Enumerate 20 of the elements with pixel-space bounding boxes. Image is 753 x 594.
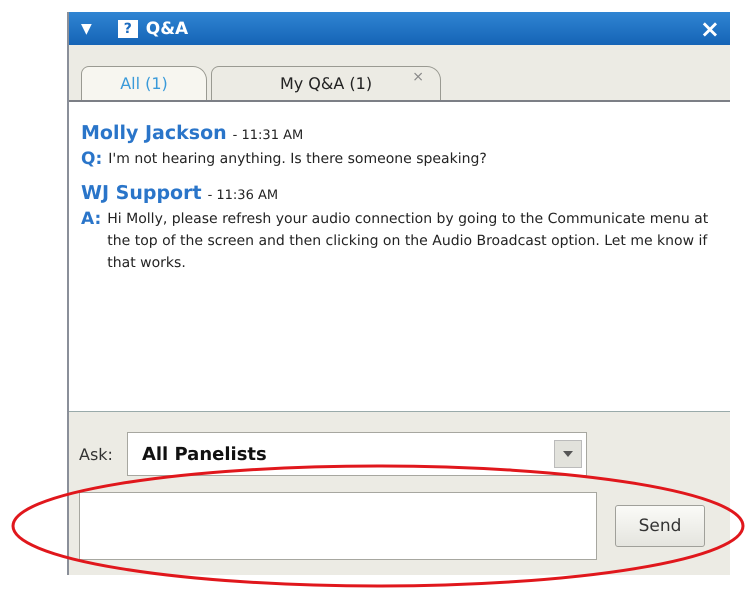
tab[interactable]: My Q&A (1) × <box>211 66 441 100</box>
close-icon[interactable]: × <box>700 16 720 40</box>
author-name: WJ Support <box>81 182 202 204</box>
close-icon[interactable]: × <box>412 69 424 85</box>
message-time: - 11:31 AM <box>232 128 304 143</box>
message-text: I'm not hearing anything. Is there someone speaking? <box>108 150 487 169</box>
message-prefix: Q: <box>81 148 102 170</box>
question-input[interactable] <box>79 492 597 560</box>
help-icon: ? <box>118 20 138 38</box>
recipient-dropdown[interactable]: All Panelists <box>126 432 587 476</box>
caret-icon <box>554 440 582 468</box>
tab[interactable]: All (1) <box>81 66 207 100</box>
author-name: Molly Jackson <box>81 122 227 144</box>
collapse-icon[interactable]: ▼ <box>81 22 92 36</box>
ask-label: Ask: <box>79 444 113 464</box>
message-prefix: A: <box>81 208 102 231</box>
window-title: Q&A <box>146 18 190 38</box>
message-time: - 11:36 AM <box>208 188 278 203</box>
message-text: Hi Molly, please refresh your audio connection by going to the Communicate menu at the top of the screen and then clicking on the Audio Broadcast option. Let me know if that works. <box>107 210 710 273</box>
send-button[interactable]: Send <box>615 505 705 547</box>
